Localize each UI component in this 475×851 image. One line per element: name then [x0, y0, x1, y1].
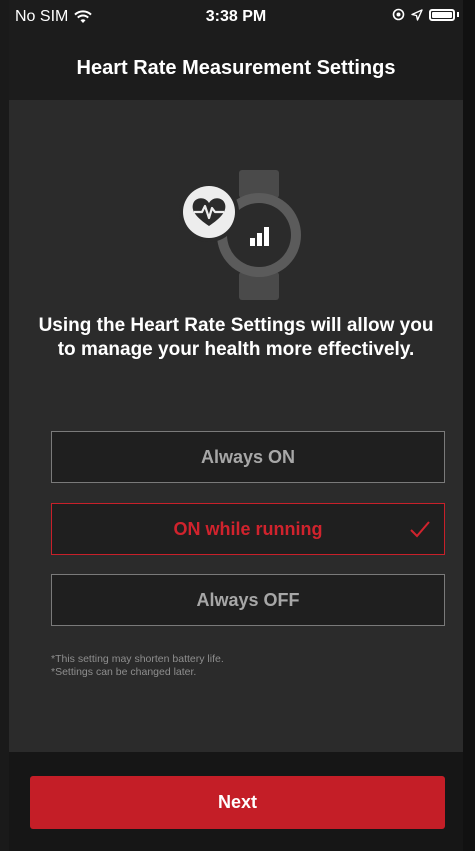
option-always-on[interactable]: Always ON — [51, 431, 445, 483]
battery-icon — [429, 8, 455, 21]
main-content: Using the Heart Rate Settings will allow… — [9, 100, 463, 752]
next-button-label: Next — [217, 792, 257, 812]
right-frame — [463, 0, 475, 851]
next-button[interactable]: Next — [30, 776, 445, 829]
option-label: Always OFF — [196, 589, 300, 610]
option-always-off[interactable]: Always OFF — [51, 574, 445, 626]
settings-note: *Settings can be changed later. — [51, 666, 197, 678]
location-arrow-icon — [411, 8, 423, 21]
option-label: ON while running — [173, 518, 323, 539]
heart-rate-watch-illustration — [179, 170, 301, 300]
heart-rate-icon — [179, 182, 239, 242]
header: Heart Rate Measurement Settings — [9, 36, 463, 100]
footer: Next — [9, 752, 463, 851]
option-label: Always ON — [200, 446, 296, 467]
footnotes: *This setting may shorten battery life. … — [51, 653, 224, 679]
status-right — [392, 8, 459, 21]
battery-tip — [457, 12, 459, 17]
option-on-while-running[interactable]: ON while running — [51, 503, 445, 555]
battery-note: *This setting may shorten battery life. — [51, 653, 224, 665]
description-headline: Using the Heart Rate Settings will allow… — [38, 315, 434, 360]
checkmark-icon — [410, 521, 430, 538]
orientation-lock-icon — [392, 8, 405, 21]
page-title: Heart Rate Measurement Settings — [76, 56, 396, 79]
left-frame — [0, 0, 9, 851]
status-bar: No SIM 3:38 PM — [9, 0, 463, 36]
